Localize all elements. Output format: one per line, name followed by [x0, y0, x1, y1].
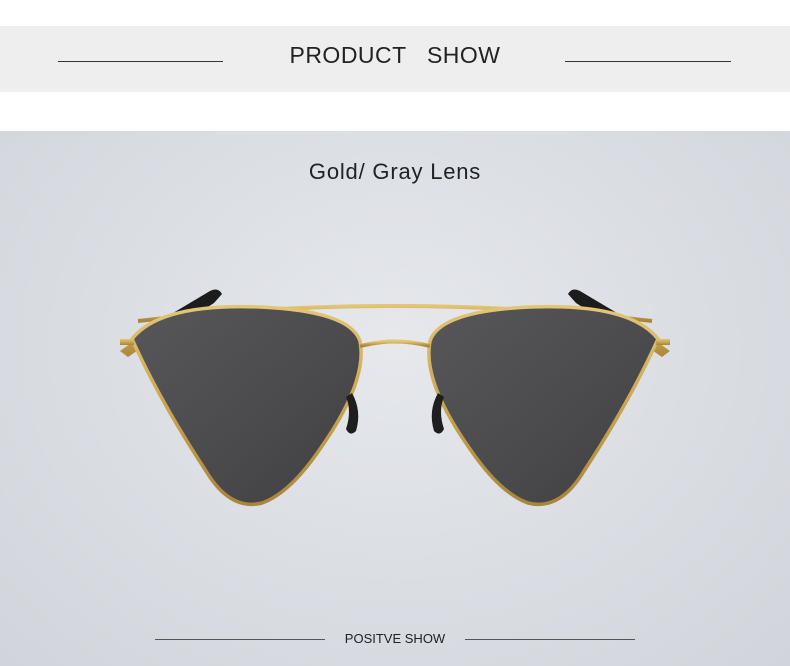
banner-divider-right — [565, 61, 731, 62]
left-lens — [129, 304, 363, 506]
product-photo: Gold/ Gray Lens POSITVE SHOW — [0, 131, 790, 666]
footer-divider-right — [465, 639, 635, 640]
left-hinge — [120, 339, 134, 345]
top-banner: PRODUCT SHOW — [0, 26, 790, 92]
sunglasses-image — [120, 289, 670, 506]
footer-section-label: POSITVE SHOW — [344, 631, 446, 646]
nose-bridge — [359, 339, 431, 348]
left-nose-pad — [346, 393, 359, 434]
right-hinge — [656, 339, 670, 345]
right-lens — [427, 304, 661, 506]
right-nose-pad — [431, 393, 444, 434]
section-title: PRODUCT SHOW — [289, 42, 501, 68]
